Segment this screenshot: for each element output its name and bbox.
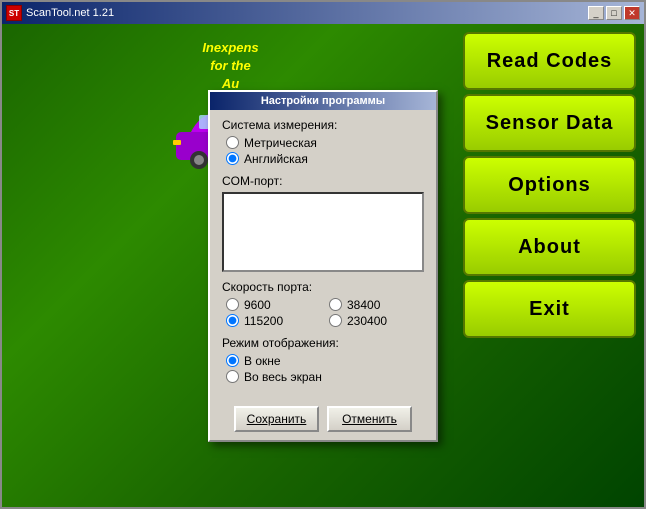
speed-38400-option[interactable]: 38400: [329, 298, 424, 312]
speed-grid: 9600 38400 115200 230400: [226, 298, 424, 328]
dialog-title: Настройки программы: [210, 92, 436, 110]
measurement-label: Система измерения:: [222, 118, 424, 132]
window-radio[interactable]: [226, 354, 239, 367]
minimize-button[interactable]: _: [588, 6, 604, 20]
speed-115200-option[interactable]: 115200: [226, 314, 321, 328]
metric-option[interactable]: Метрическая: [226, 136, 424, 150]
window-title: ScanTool.net 1.21: [26, 7, 588, 19]
speed-9600-option[interactable]: 9600: [226, 298, 321, 312]
dialog-body: Система измерения: Метрическая Английска…: [210, 110, 436, 400]
measurement-group: Метрическая Английская: [226, 136, 424, 166]
window-controls: _ □ ✕: [588, 6, 640, 20]
speed-9600-radio[interactable]: [226, 298, 239, 311]
speed-115200-radio[interactable]: [226, 314, 239, 327]
cancel-button[interactable]: Отменить: [327, 406, 412, 432]
save-button[interactable]: Сохранить: [234, 406, 319, 432]
window-option[interactable]: В окне: [226, 354, 424, 368]
fullscreen-label: Во весь экран: [244, 370, 322, 384]
port-listbox[interactable]: [222, 192, 424, 272]
main-window: ST ScanTool.net 1.21 _ □ ✕ Inexpens for …: [0, 0, 646, 509]
window-label: В окне: [244, 354, 281, 368]
metric-label: Метрическая: [244, 136, 317, 150]
english-label: Английская: [244, 152, 308, 166]
speed-115200-label: 115200: [244, 314, 283, 328]
close-button[interactable]: ✕: [624, 6, 640, 20]
speed-38400-label: 38400: [347, 298, 380, 312]
fullscreen-option[interactable]: Во весь экран: [226, 370, 424, 384]
speed-9600-label: 9600: [244, 298, 271, 312]
title-bar: ST ScanTool.net 1.21 _ □ ✕: [2, 2, 644, 24]
speed-label: Скорость порта:: [222, 280, 424, 294]
speed-230400-option[interactable]: 230400: [329, 314, 424, 328]
dialog-footer: Сохранить Отменить: [210, 400, 436, 440]
english-option[interactable]: Английская: [226, 152, 424, 166]
port-label: COM-порт:: [222, 174, 424, 188]
display-label: Режим отображения:: [222, 336, 424, 350]
maximize-button[interactable]: □: [606, 6, 622, 20]
speed-38400-radio[interactable]: [329, 298, 342, 311]
fullscreen-radio[interactable]: [226, 370, 239, 383]
content-area: Inexpens for the Au Наведит мыши н: [2, 24, 644, 507]
display-group: В окне Во весь экран: [226, 354, 424, 384]
settings-dialog: Настройки программы Система измерения: М…: [208, 90, 438, 442]
speed-230400-label: 230400: [347, 314, 387, 328]
metric-radio[interactable]: [226, 136, 239, 149]
english-radio[interactable]: [226, 152, 239, 165]
dialog-overlay: Настройки программы Система измерения: М…: [2, 24, 644, 507]
speed-230400-radio[interactable]: [329, 314, 342, 327]
app-logo: ST: [6, 5, 22, 21]
